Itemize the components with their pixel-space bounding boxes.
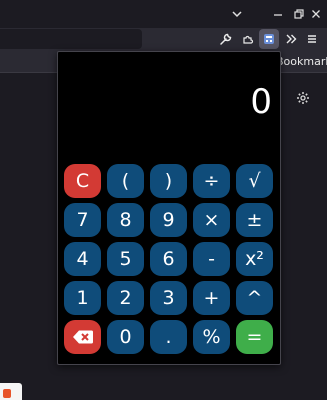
menu-icon[interactable] [302, 29, 322, 49]
restore-icon[interactable] [290, 6, 306, 22]
percent-button[interactable]: % [193, 320, 230, 354]
calculator-popup: 0 C ( ) ÷ √ 7 8 9 × ± 4 5 6 - x² 1 2 3 +… [57, 51, 281, 365]
equals-button[interactable]: = [236, 320, 273, 354]
close-paren-button[interactable]: ) [150, 164, 187, 198]
calculator-display: 0 [250, 82, 272, 122]
chevron-down-icon[interactable] [229, 6, 245, 22]
minus-button[interactable]: - [193, 242, 230, 276]
title-bar [0, 0, 327, 28]
navigation-toolbar [0, 28, 327, 52]
clear-button[interactable]: C [64, 164, 101, 198]
backspace-icon [72, 330, 93, 344]
plus-minus-button[interactable]: ± [236, 203, 273, 237]
one-button[interactable]: 1 [64, 281, 101, 315]
four-button[interactable]: 4 [64, 242, 101, 276]
five-button[interactable]: 5 [107, 242, 144, 276]
multiply-button[interactable]: × [193, 203, 230, 237]
zero-button[interactable]: 0 [107, 320, 144, 354]
plus-button[interactable]: + [193, 281, 230, 315]
backspace-button[interactable] [64, 320, 101, 354]
bookmarks-label[interactable]: Bookmarks [276, 55, 327, 68]
close-icon[interactable] [308, 6, 324, 22]
calculator-extension-icon[interactable] [259, 29, 279, 49]
extensions-icon[interactable] [238, 29, 258, 49]
square-button[interactable]: x² [236, 242, 273, 276]
app-icon[interactable] [0, 383, 22, 400]
sqrt-button[interactable]: √ [236, 164, 273, 198]
two-button[interactable]: 2 [107, 281, 144, 315]
eight-button[interactable]: 8 [107, 203, 144, 237]
six-button[interactable]: 6 [150, 242, 187, 276]
minimize-icon[interactable] [270, 6, 286, 22]
divide-button[interactable]: ÷ [193, 164, 230, 198]
decimal-button[interactable]: . [150, 320, 187, 354]
seven-button[interactable]: 7 [64, 203, 101, 237]
overflow-chevron-icon[interactable] [281, 29, 301, 49]
wrench-icon[interactable] [216, 29, 236, 49]
nine-button[interactable]: 9 [150, 203, 187, 237]
power-button[interactable]: ^ [236, 281, 273, 315]
url-bar[interactable] [0, 29, 142, 49]
gear-icon[interactable] [296, 90, 310, 104]
open-paren-button[interactable]: ( [107, 164, 144, 198]
three-button[interactable]: 3 [150, 281, 187, 315]
